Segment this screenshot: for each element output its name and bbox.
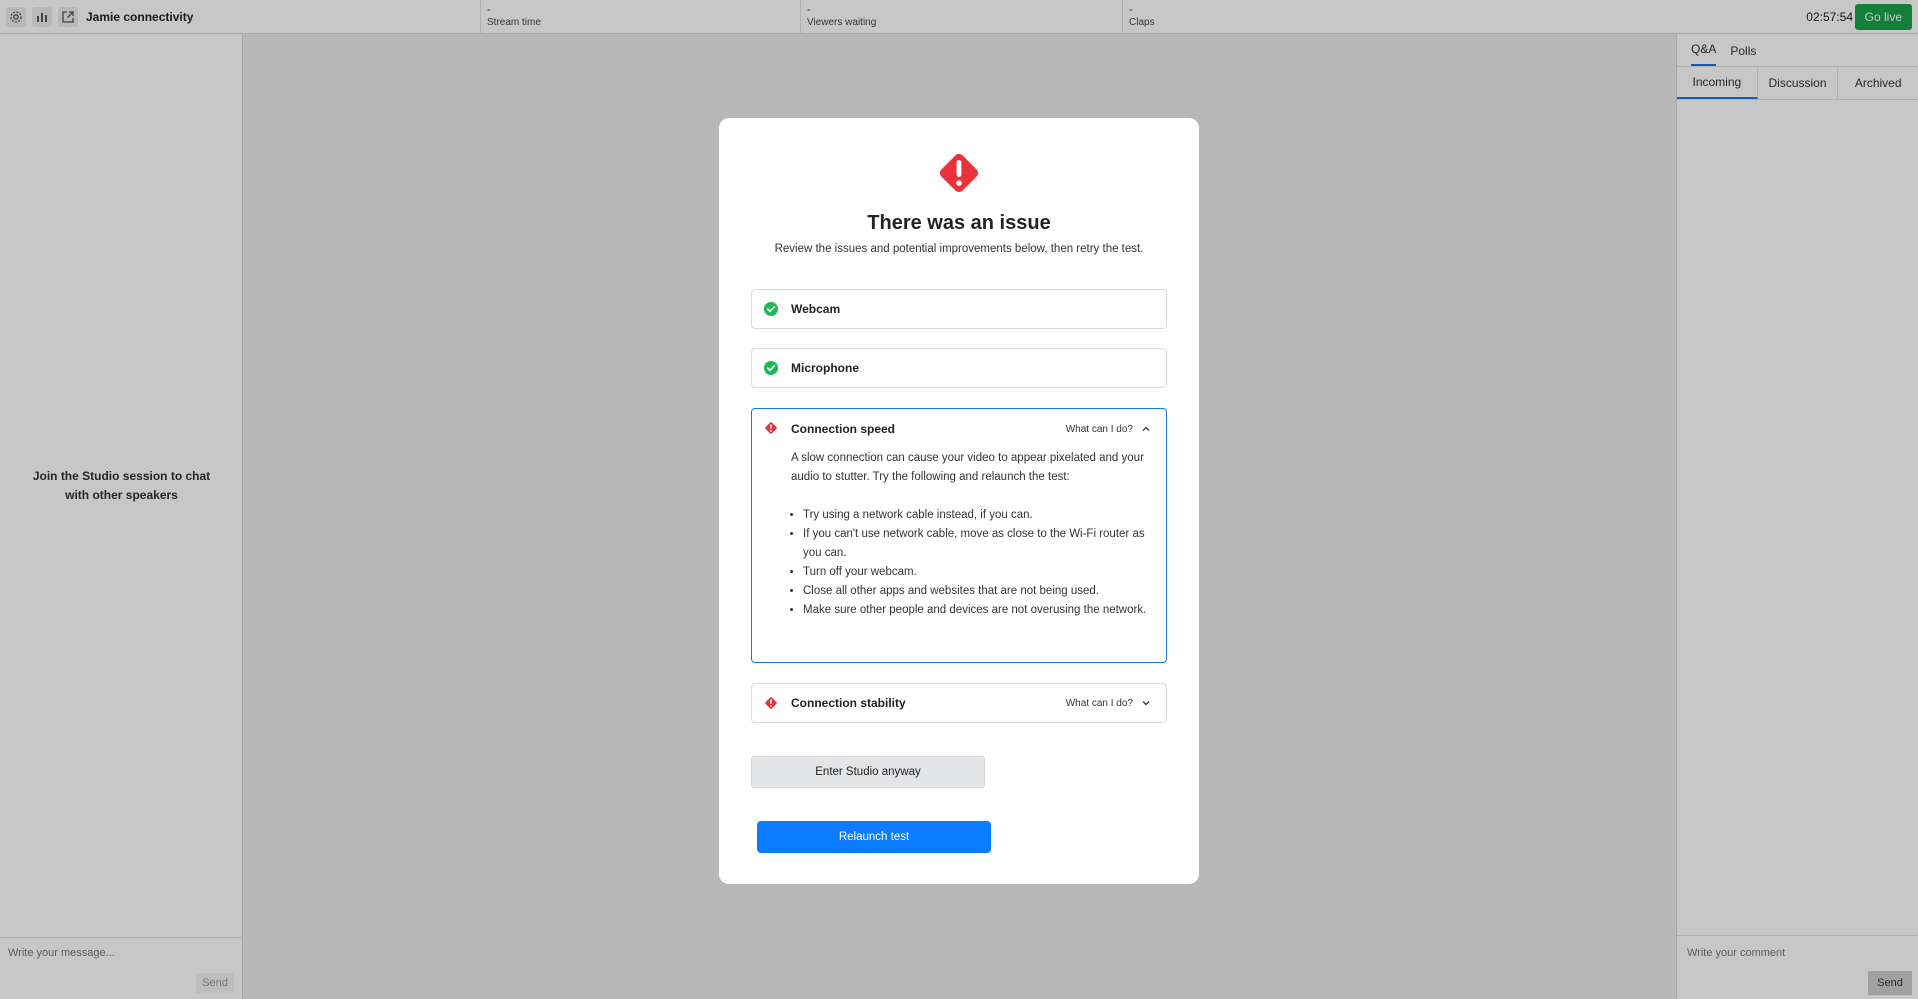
what-can-i-do-toggle[interactable]: What can I do? xyxy=(1066,698,1151,709)
list-item: If you can't use network cable, move as … xyxy=(803,525,1150,563)
check-name: Webcam xyxy=(791,302,841,316)
tips-list: Try using a network cable instead, if yo… xyxy=(791,506,1150,620)
check-webcam: Webcam xyxy=(751,289,1167,329)
list-item: Turn off your webcam. xyxy=(803,563,1150,582)
chevron-down-icon xyxy=(1142,701,1150,706)
warning-diamond-icon xyxy=(765,422,777,434)
what-can-i-do-toggle[interactable]: What can I do? xyxy=(1066,424,1151,435)
dialog-subtitle: Review the issues and potential improvem… xyxy=(774,243,1144,255)
warning-diamond-icon xyxy=(939,153,979,193)
warning-diamond-icon xyxy=(765,697,777,709)
enter-studio-anyway-button[interactable]: Enter Studio anyway xyxy=(751,756,985,788)
check-header[interactable]: Connection speed What can I do? xyxy=(752,409,1166,449)
check-microphone: Microphone xyxy=(751,348,1167,388)
check-circle-icon xyxy=(764,302,778,316)
list-item: Close all other apps and websites that a… xyxy=(803,582,1150,601)
list-item: Make sure other people and devices are n… xyxy=(803,601,1150,620)
connectivity-test-dialog: There was an issue Review the issues and… xyxy=(719,118,1199,884)
list-item: Try using a network cable instead, if yo… xyxy=(803,506,1150,525)
what-can-i-do-label: What can I do? xyxy=(1065,697,1133,709)
what-can-i-do-label: What can I do? xyxy=(1065,423,1133,435)
check-connection-speed: Connection speed What can I do? A slow c… xyxy=(751,408,1167,663)
dialog-title: There was an issue xyxy=(867,212,1051,234)
check-circle-icon xyxy=(764,361,778,375)
check-explanation: A slow connection can cause your video t… xyxy=(791,452,1144,483)
chevron-up-icon xyxy=(1142,426,1150,431)
check-details: A slow connection can cause your video t… xyxy=(752,449,1166,642)
check-name: Connection speed xyxy=(791,422,896,436)
check-name: Connection stability xyxy=(791,696,906,710)
relaunch-test-button[interactable]: Relaunch test xyxy=(757,821,991,853)
check-connection-stability: Connection stability What can I do? xyxy=(751,683,1167,723)
check-name: Microphone xyxy=(791,361,859,375)
check-header[interactable]: Connection stability What can I do? xyxy=(752,684,1166,722)
